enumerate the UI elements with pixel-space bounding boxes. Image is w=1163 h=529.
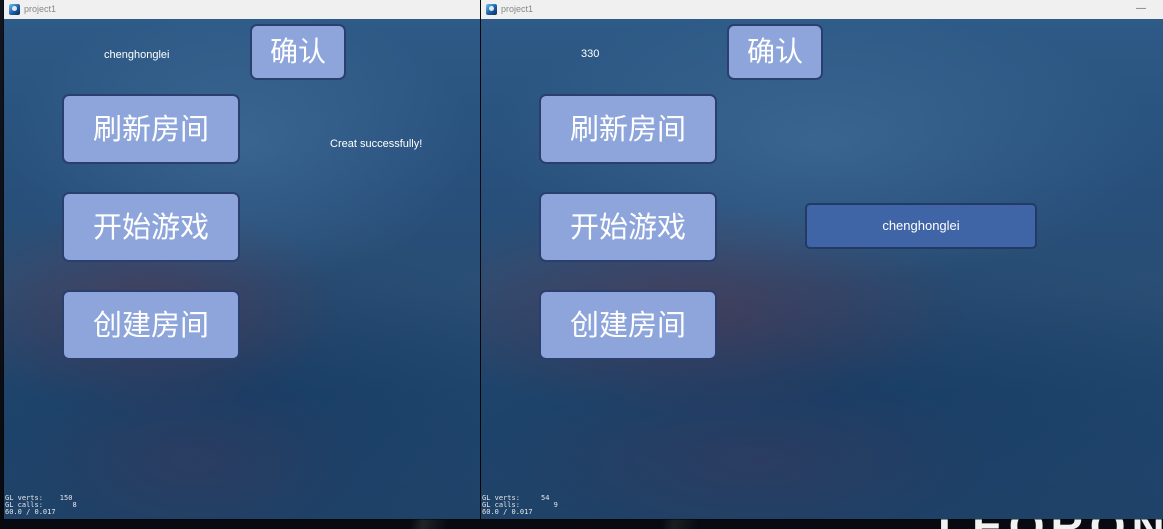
start-game-button[interactable]: 开始游戏	[62, 192, 240, 262]
window-title: project1	[24, 4, 57, 14]
window-titlebar[interactable]: project1 —	[481, 0, 1163, 19]
game-scene: 330 确认 刷新房间 开始游戏 chenghonglei 创建房间 GL ve…	[481, 19, 1163, 519]
gl-stats: GL verts: 150 GL calls: 8 60.0 / 0.017	[5, 495, 77, 516]
window-title: project1	[501, 4, 534, 14]
fps-readout: 60.0 / 0.017	[5, 508, 56, 516]
app-icon	[9, 4, 20, 15]
room-list-item[interactable]: chenghonglei	[805, 203, 1037, 249]
create-room-button[interactable]: 创建房间	[539, 290, 717, 360]
game-scene: chenghonglei 确认 刷新房间 Creat successfully!…	[4, 19, 480, 519]
start-game-button[interactable]: 开始游戏	[539, 192, 717, 262]
confirm-button[interactable]: 确认	[727, 24, 823, 80]
fps-readout: 60.0 / 0.017	[482, 508, 533, 516]
game-window-1: project1 chenghonglei 确认 刷新房间 Creat succ…	[4, 0, 480, 519]
player-name-label: 330	[581, 48, 600, 60]
gl-verts-value: 54	[541, 494, 550, 502]
minimize-button[interactable]: —	[1135, 0, 1147, 19]
gl-calls-value: 8	[72, 501, 77, 509]
game-window-2: project1 — 330 确认 刷新房间 开始游戏 chenghonglei…	[481, 0, 1163, 519]
gl-verts-value: 150	[59, 494, 73, 502]
gl-stats: GL verts: 54 GL calls: 9 60.0 / 0.017	[482, 495, 558, 516]
player-name-label: chenghonglei	[104, 49, 170, 61]
status-message: Creat successfully!	[330, 138, 423, 150]
create-room-button[interactable]: 创建房间	[62, 290, 240, 360]
confirm-button[interactable]: 确认	[250, 24, 346, 80]
app-icon	[486, 4, 497, 15]
window-titlebar[interactable]: project1	[4, 0, 480, 19]
refresh-room-button[interactable]: 刷新房间	[539, 94, 717, 164]
gl-calls-value: 9	[553, 501, 558, 509]
refresh-room-button[interactable]: 刷新房间	[62, 94, 240, 164]
